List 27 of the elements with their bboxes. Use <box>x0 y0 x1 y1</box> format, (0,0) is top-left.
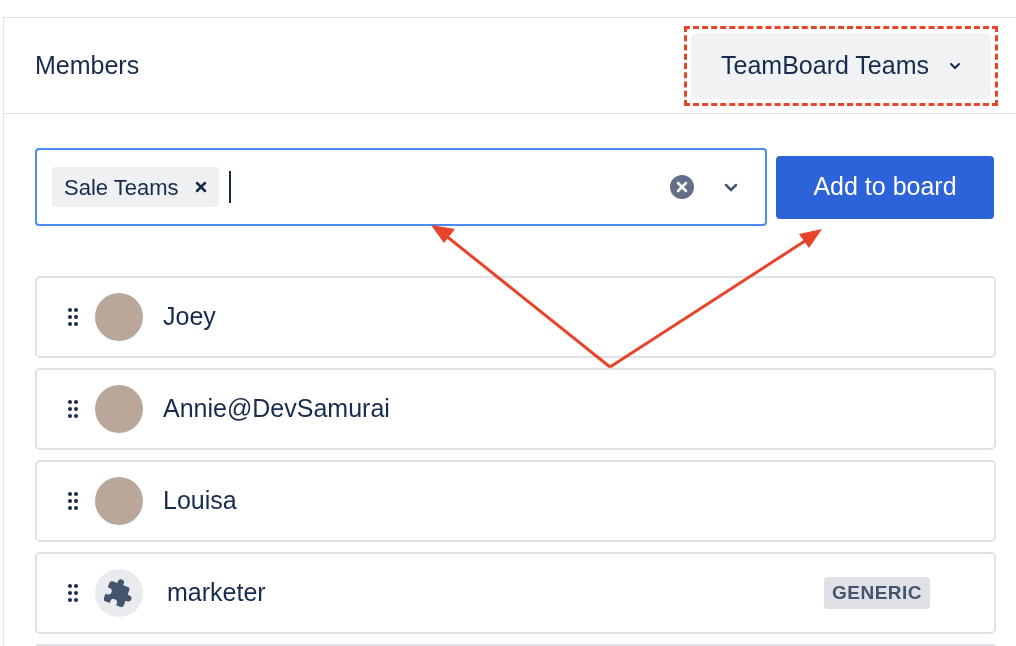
member-row[interactable]: Annie@DevSamurai <box>35 368 996 450</box>
member-name: Joey <box>163 301 216 333</box>
drag-handle-icon[interactable] <box>67 307 79 327</box>
team-dropdown[interactable]: TeamBoard Teams <box>691 32 991 99</box>
generic-badge: GENERIC <box>824 576 930 610</box>
member-row[interactable]: Joey <box>35 276 996 358</box>
team-picker-field[interactable]: Sale Teams <box>35 148 767 226</box>
add-to-board-button[interactable]: Add to board <box>776 155 994 219</box>
drag-handle-icon[interactable] <box>67 583 79 603</box>
drag-handle-icon[interactable] <box>67 399 79 419</box>
avatar-photo-placeholder <box>95 477 143 525</box>
member-name: Louisa <box>163 485 237 517</box>
avatar-photo-placeholder <box>95 293 143 341</box>
chevron-down-icon[interactable] <box>724 182 738 192</box>
text-cursor <box>228 171 231 203</box>
member-row[interactable]: Louisa <box>35 460 996 542</box>
member-name: marketer <box>167 577 266 609</box>
remove-icon[interactable] <box>194 181 207 193</box>
section-title: Members <box>35 49 140 81</box>
member-row[interactable]: marketer GENERIC <box>35 552 996 634</box>
drag-handle-icon[interactable] <box>67 491 79 511</box>
member-name: Annie@DevSamurai <box>163 393 390 425</box>
puzzle-piece-icon <box>104 578 134 608</box>
clear-icon[interactable] <box>670 175 694 199</box>
avatar-photo-placeholder <box>95 385 143 433</box>
chevron-down-icon <box>949 61 961 70</box>
selected-tag: Sale Teams <box>52 167 219 207</box>
